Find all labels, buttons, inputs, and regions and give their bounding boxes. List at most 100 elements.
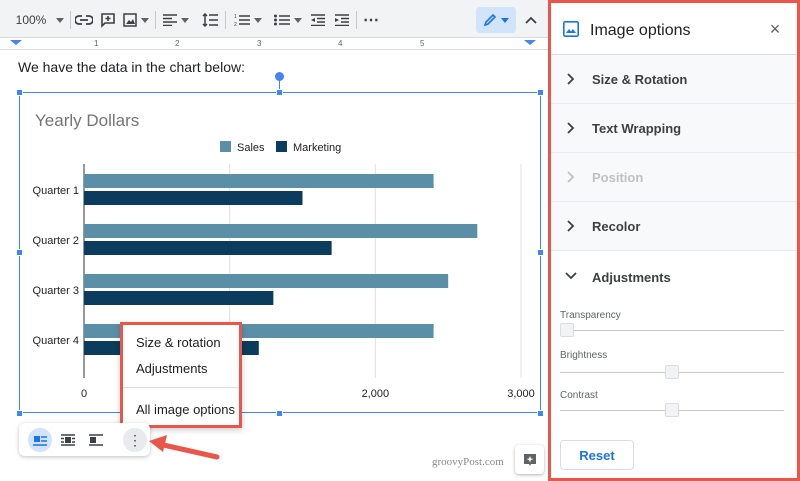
close-icon[interactable]: × xyxy=(766,20,784,38)
panel-header: Image options × xyxy=(551,3,797,55)
link-icon[interactable] xyxy=(74,8,94,32)
x-tick-label: 0 xyxy=(81,388,87,400)
ruler-number: 3 xyxy=(257,39,262,48)
chevron-down-icon xyxy=(294,17,302,23)
ruler-number: 2 xyxy=(175,39,180,48)
section-label: Recolor xyxy=(592,219,641,234)
bar xyxy=(84,174,434,188)
ruler-number: 5 xyxy=(420,39,425,48)
x-tick-label: 3,000 xyxy=(507,388,535,400)
resize-handle[interactable] xyxy=(537,89,544,96)
toolbar-divider xyxy=(356,11,357,29)
line-spacing-icon[interactable] xyxy=(200,8,220,32)
category-label: Quarter 3 xyxy=(33,285,79,297)
panel-title: Image options xyxy=(590,22,691,39)
chevron-down-icon xyxy=(254,17,262,23)
bar xyxy=(84,224,478,238)
image-options-panel: Image options × Size & Rotation Text Wra… xyxy=(548,0,800,481)
add-comment-icon[interactable] xyxy=(98,8,118,32)
bar xyxy=(84,241,332,255)
section-position: Position xyxy=(551,153,797,202)
legend-label: Marketing xyxy=(293,142,341,154)
bulleted-list-button[interactable] xyxy=(272,8,304,32)
break-text-icon xyxy=(89,434,103,446)
chevron-right-icon xyxy=(567,171,575,183)
reset-button[interactable]: Reset xyxy=(560,440,634,470)
menu-item-all-image-options[interactable]: All image options xyxy=(136,402,235,417)
resize-handle[interactable] xyxy=(16,249,23,256)
image-context-menu: Size & rotation Adjustments All image op… xyxy=(120,322,242,428)
svg-text:2: 2 xyxy=(234,22,237,27)
bulleted-list-icon xyxy=(274,14,290,26)
ruler-number: 1 xyxy=(94,39,99,48)
resize-handle[interactable] xyxy=(16,410,23,417)
edit-mode-button[interactable] xyxy=(476,7,516,33)
section-adjustments[interactable]: Adjustments xyxy=(551,252,797,300)
numbered-list-button[interactable]: 12 xyxy=(232,8,264,32)
section-recolor[interactable]: Recolor xyxy=(551,202,797,251)
resize-handle[interactable] xyxy=(276,410,283,417)
menu-item-size-rotation[interactable]: Size & rotation xyxy=(136,335,221,350)
annotation-arrow xyxy=(149,435,220,460)
legend-label: Sales xyxy=(237,142,265,154)
chevron-down-icon xyxy=(141,17,149,23)
rotation-handle[interactable] xyxy=(275,72,284,81)
insert-image-icon xyxy=(123,13,137,27)
ruler[interactable]: 1 2 3 4 5 xyxy=(0,38,548,50)
chevron-right-icon xyxy=(567,220,575,232)
bar xyxy=(84,191,303,205)
contrast-label: Contrast xyxy=(560,390,598,401)
category-label: Quarter 2 xyxy=(33,235,79,247)
section-label: Text Wrapping xyxy=(592,121,682,136)
align-button[interactable] xyxy=(161,8,191,32)
section-label: Size & Rotation xyxy=(592,72,688,87)
bar xyxy=(84,291,274,305)
break-text-button[interactable] xyxy=(84,428,108,452)
wrap-text-icon xyxy=(61,434,75,446)
wrap-text-button[interactable] xyxy=(56,428,80,452)
document-text[interactable]: We have the data in the chart below: xyxy=(18,59,245,75)
resize-handle[interactable] xyxy=(537,410,544,417)
resize-handle[interactable] xyxy=(16,89,23,96)
zoom-value: 100% xyxy=(15,13,47,27)
resize-handle[interactable] xyxy=(276,89,283,96)
more-icon[interactable]: ⋯ xyxy=(362,8,380,32)
category-label: Quarter 1 xyxy=(33,185,79,197)
section-label: Position xyxy=(592,170,644,185)
increase-indent-icon[interactable] xyxy=(333,8,351,32)
decrease-indent-icon[interactable] xyxy=(309,8,327,32)
image-wrap-toolbar: ⋮ xyxy=(19,423,150,456)
zoom-select[interactable]: 100% xyxy=(14,8,66,32)
inline-icon xyxy=(33,436,47,446)
more-options-button[interactable]: ⋮ xyxy=(123,428,147,452)
menu-divider xyxy=(123,387,239,388)
toolbar-divider xyxy=(70,11,71,29)
collapse-icon[interactable] xyxy=(522,8,540,32)
insert-image-button[interactable] xyxy=(121,8,151,32)
section-size-rotation[interactable]: Size & Rotation xyxy=(551,55,797,104)
brightness-slider-thumb[interactable] xyxy=(665,365,679,379)
chevron-down-icon xyxy=(56,17,65,23)
chart-title: Yearly Dollars xyxy=(35,111,139,130)
x-tick-label: 2,000 xyxy=(362,388,390,400)
toolbar: 100% 12 ⋯ xyxy=(0,0,548,38)
contrast-slider-thumb[interactable] xyxy=(665,403,679,417)
chart: Yearly Dollars Sales Marketing Quarter 1 Qua… xyxy=(33,111,535,400)
numbered-list-icon: 12 xyxy=(234,14,250,27)
section-label: Adjustments xyxy=(592,270,671,285)
ruler-number: 4 xyxy=(338,39,343,48)
ruler-ticks xyxy=(10,40,536,45)
svg-text:1: 1 xyxy=(234,14,237,20)
chevron-down-icon xyxy=(501,17,509,23)
resize-handle[interactable] xyxy=(537,249,544,256)
explore-button[interactable] xyxy=(515,445,544,474)
watermark: groovyPost.com xyxy=(432,456,504,468)
chevron-right-icon xyxy=(567,73,575,85)
section-text-wrapping[interactable]: Text Wrapping xyxy=(551,104,797,153)
inline-button[interactable] xyxy=(28,428,52,452)
transparency-slider-track[interactable] xyxy=(560,330,784,331)
align-icon xyxy=(163,14,177,26)
transparency-slider-thumb[interactable] xyxy=(560,323,574,337)
menu-item-adjustments[interactable]: Adjustments xyxy=(136,361,208,376)
brightness-label: Brightness xyxy=(560,350,608,361)
